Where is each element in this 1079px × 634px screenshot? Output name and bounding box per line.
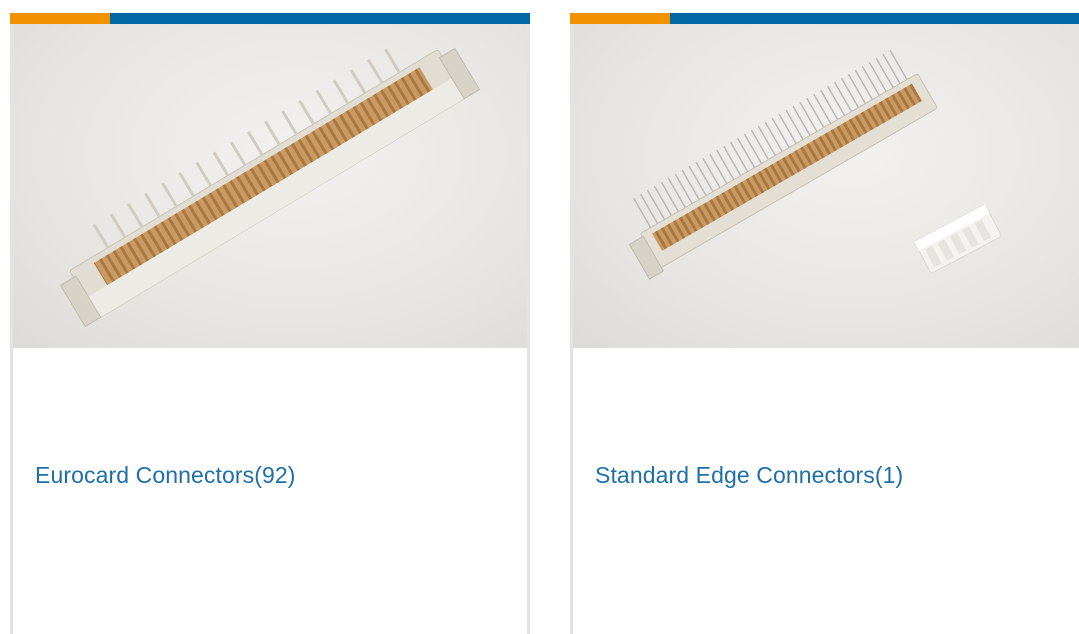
category-card-standard-edge[interactable]: Standard Edge Connectors(1): [570, 13, 1079, 634]
accent-orange-segment: [570, 13, 670, 24]
accent-orange-segment: [10, 13, 110, 24]
category-card-eurocard[interactable]: Eurocard Connectors(92): [10, 13, 530, 634]
card-title-link[interactable]: Eurocard Connectors(92): [35, 462, 296, 489]
card-accent-bar: [570, 13, 1079, 24]
accent-blue-segment: [670, 13, 1079, 24]
card-title-link[interactable]: Standard Edge Connectors(1): [595, 462, 903, 489]
accent-blue-segment: [110, 13, 530, 24]
card-accent-bar: [10, 13, 530, 24]
eurocard-connector-image[interactable]: [13, 24, 527, 348]
edge-connector-image[interactable]: [573, 24, 1079, 348]
